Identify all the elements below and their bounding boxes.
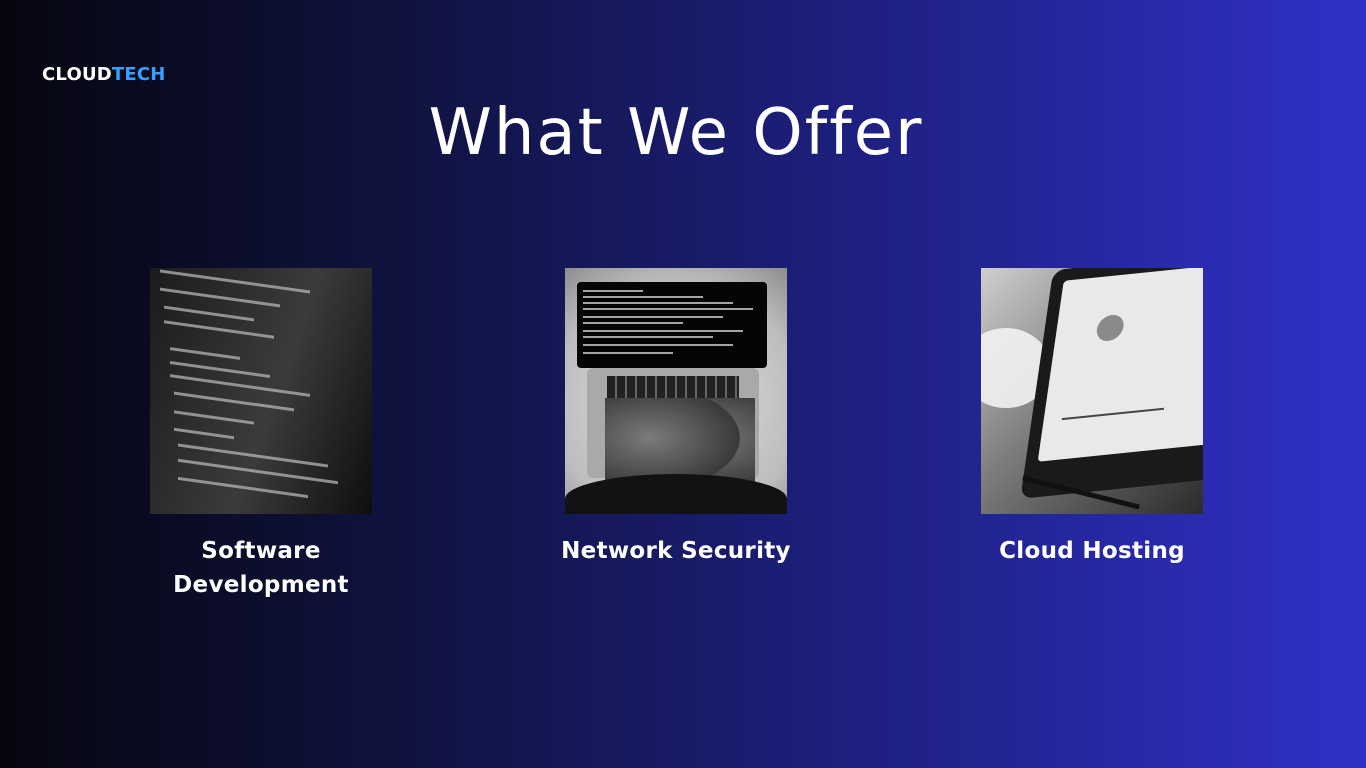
brand-logo-part2: TECH bbox=[111, 64, 166, 85]
service-label-network-security: Network Security bbox=[561, 538, 791, 564]
brand-logo-part1: CLOUD bbox=[42, 64, 112, 85]
service-label-cloud-hosting: Cloud Hosting bbox=[999, 538, 1185, 564]
code-editor-image bbox=[150, 268, 372, 514]
page-title: What We Offer bbox=[428, 96, 924, 170]
laptop-terminal-image bbox=[565, 268, 787, 514]
brand-logo[interactable]: CLOUDTECH bbox=[42, 64, 166, 85]
service-label-software-development: Software Development bbox=[173, 538, 349, 598]
service-card-network-security: Network Security bbox=[561, 268, 791, 564]
tablet-dashboard-image bbox=[981, 268, 1203, 514]
service-card-cloud-hosting: Cloud Hosting bbox=[981, 268, 1203, 564]
service-card-software-development: Software Development bbox=[150, 268, 372, 598]
